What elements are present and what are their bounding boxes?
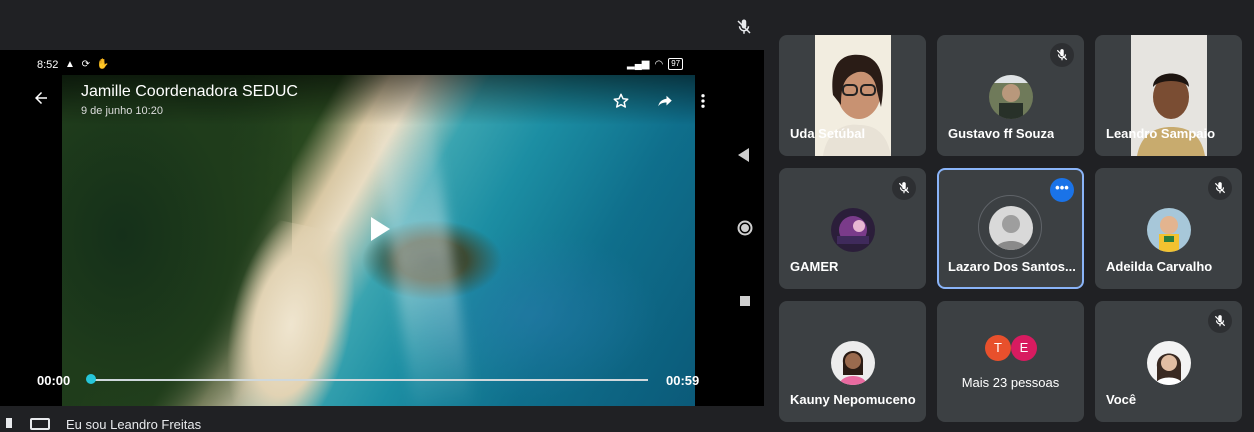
participant-name: GAMER: [790, 259, 839, 274]
participant-tile[interactable]: Leandro Sampaio: [1095, 35, 1242, 156]
status-indicators: ▂▄▆ ◠ 97: [627, 58, 684, 70]
participant-tile-active[interactable]: ••• Lazaro Dos Santos...: [937, 168, 1084, 289]
android-recents-icon[interactable]: [740, 296, 750, 306]
more-people-label: Mais 23 pessoas: [961, 375, 1060, 390]
participant-avatar: [830, 208, 875, 252]
time-total: 00:59: [666, 373, 700, 388]
participant-name: Kauny Nepomuceno: [790, 392, 916, 407]
participant-avatar: [988, 206, 1033, 250]
signal-icon: ▂▄▆: [627, 58, 650, 70]
android-home-icon[interactable]: [737, 220, 753, 236]
participant-tile[interactable]: Uda Setúbal: [779, 35, 926, 156]
status-time: 8:52: [37, 59, 59, 71]
initial-avatar: T: [985, 335, 1011, 361]
participant-tile[interactable]: Gustavo ff Souza: [937, 35, 1084, 156]
progress-knob[interactable]: [86, 374, 96, 384]
self-tile[interactable]: Você: [1095, 301, 1242, 422]
participant-name: Leandro Sampaio: [1106, 126, 1216, 141]
participant-avatar: [988, 75, 1033, 119]
wifi-icon: ◠: [654, 58, 664, 70]
battery-indicator: 97: [668, 58, 684, 70]
participant-avatar: [830, 341, 875, 385]
participant-avatar: [1146, 208, 1191, 252]
present-screen-icon: [30, 418, 50, 430]
status-notification-icons: ▲ ⟳ ✋: [65, 59, 112, 70]
video-title: Jamille Coordenadora SEDUC: [81, 83, 298, 100]
mic-off-icon: [1208, 176, 1232, 200]
video-date: 9 de junho 10:20: [81, 105, 163, 117]
participant-name: Uda Setúbal: [790, 126, 866, 141]
initial-avatar: E: [1011, 335, 1037, 361]
android-back-icon[interactable]: [738, 148, 750, 162]
more-people-tile[interactable]: T E Mais 23 pessoas: [937, 301, 1084, 422]
share-icon[interactable]: [655, 92, 675, 110]
more-options-icon[interactable]: •••: [1050, 178, 1074, 202]
participant-name: Lazaro Dos Santos...: [948, 259, 1076, 274]
mic-off-icon[interactable]: [735, 18, 753, 36]
back-arrow-icon[interactable]: [32, 89, 50, 107]
participant-name: Você: [1106, 392, 1137, 407]
star-icon[interactable]: [612, 92, 630, 110]
play-icon[interactable]: [368, 216, 392, 242]
participant-name: Adeilda Carvalho: [1106, 259, 1213, 274]
mic-off-icon: [892, 176, 916, 200]
participant-tile[interactable]: Adeilda Carvalho: [1095, 168, 1242, 289]
participant-tile[interactable]: GAMER: [779, 168, 926, 289]
time-current: 00:00: [37, 373, 71, 388]
presentation-screen: 8:52 ▲ ⟳ ✋ ▂▄▆ ◠ 97 Jamille Coordenadora…: [0, 50, 764, 406]
participant-tile[interactable]: Kauny Nepomuceno: [779, 301, 926, 422]
mic-off-icon: [1208, 309, 1232, 333]
more-vert-icon[interactable]: [698, 92, 708, 110]
progress-track[interactable]: [91, 379, 648, 381]
footer-indicator: [6, 418, 12, 428]
mic-off-icon: [1050, 43, 1074, 67]
participant-name: Gustavo ff Souza: [948, 126, 1055, 141]
participant-avatar: [1146, 341, 1191, 385]
